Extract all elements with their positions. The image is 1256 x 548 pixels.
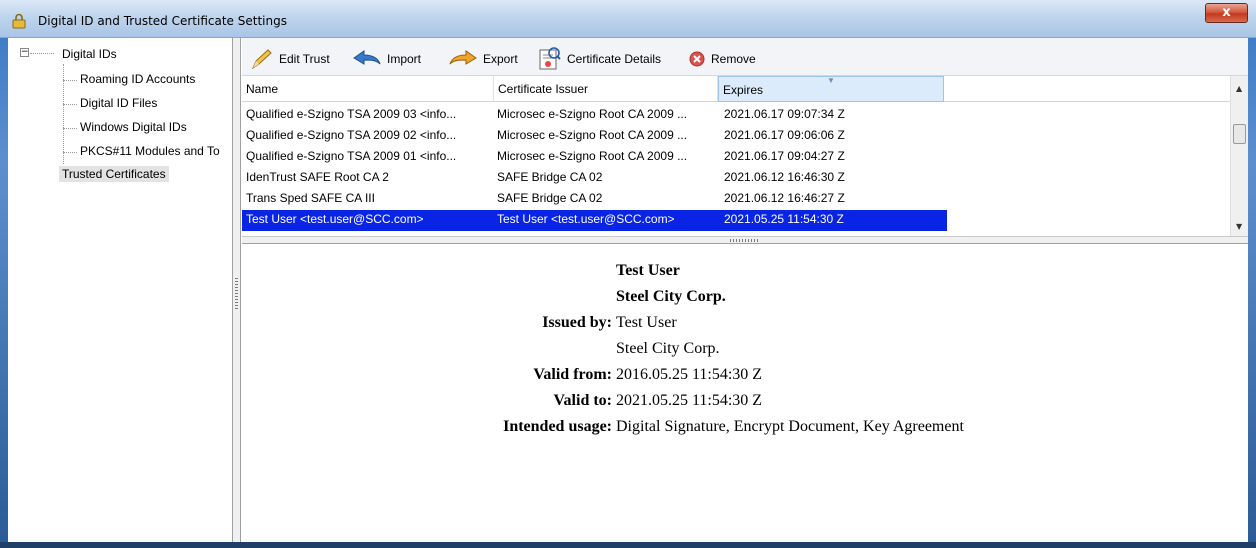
certificate-pane: Edit Trust Import Export Certificate Det…	[242, 38, 1248, 548]
cell-issuer: Microsec e-Szigno Root CA 2009 ...	[497, 128, 688, 142]
lock-icon	[12, 13, 26, 29]
cell-name: IdenTrust SAFE Root CA 2	[246, 170, 389, 184]
window-bottom-edge	[0, 542, 1256, 548]
edit-trust-button[interactable]: Edit Trust	[250, 48, 330, 70]
window-title: Digital ID and Trusted Certificate Setti…	[38, 14, 287, 28]
cell-issuer: Test User <test.user@SCC.com>	[497, 212, 675, 226]
remove-label: Remove	[711, 52, 756, 66]
remove-button[interactable]: Remove	[688, 48, 756, 70]
sort-descending-icon: ▼	[827, 76, 835, 85]
edit-trust-label: Edit Trust	[279, 52, 330, 66]
toolbar: Edit Trust Import Export Certificate Det…	[242, 38, 1248, 76]
pencil-icon	[251, 49, 272, 70]
certificate-details-label: Certificate Details	[567, 52, 662, 66]
cell-name: Qualified e-Szigno TSA 2009 02 <info...	[246, 128, 457, 142]
remove-icon	[689, 51, 705, 67]
cell-expires: 2021.06.12 16:46:27 Z	[724, 191, 845, 205]
cell-name: Trans Sped SAFE CA III	[246, 191, 375, 205]
cell-expires: 2021.06.17 09:04:27 Z	[724, 149, 845, 163]
cell-expires: 2021.06.12 16:46:30 Z	[724, 170, 845, 184]
column-header-issuer[interactable]: Certificate Issuer	[494, 76, 718, 102]
scroll-down-icon[interactable]: ▼	[1236, 222, 1242, 231]
table-row[interactable]: Qualified e-Szigno TSA 2009 02 <info... …	[242, 126, 947, 147]
splitter-grip[interactable]	[730, 239, 760, 242]
issued-by-name: Test User	[616, 314, 677, 331]
tree-connector	[63, 64, 64, 164]
cell-issuer: Microsec e-Szigno Root CA 2009 ...	[497, 107, 688, 121]
dialog-client-area: − Digital IDs Roaming ID Accounts Digita…	[8, 38, 1248, 548]
table-row-selected[interactable]: Test User <test.user@SCC.com> Test User …	[242, 210, 947, 231]
table-scrollbar[interactable]: ▲ ▼	[1230, 76, 1248, 236]
horizontal-splitter[interactable]	[242, 236, 1248, 244]
cell-name: Qualified e-Szigno TSA 2009 01 <info...	[246, 149, 457, 163]
column-header-expires-label: Expires	[723, 83, 764, 97]
cell-name: Qualified e-Szigno TSA 2009 03 <info...	[246, 107, 457, 121]
title-bar[interactable]: Digital ID and Trusted Certificate Setti…	[0, 0, 1256, 38]
valid-to-value: 2021.05.25 11:54:30 Z	[616, 392, 763, 409]
cell-expires: 2021.06.17 09:07:34 Z	[724, 107, 845, 121]
cell-expires: 2021.05.25 11:54:30 Z	[724, 212, 844, 226]
tree-item-roaming-id-accounts[interactable]: Roaming ID Accounts	[80, 72, 195, 86]
tree-connector	[63, 80, 77, 81]
issued-by-organization: Steel City Corp.	[616, 340, 720, 357]
certificate-icon	[539, 47, 561, 70]
table-header: Name Certificate Issuer ▼ Expires	[242, 76, 1230, 102]
valid-to-label: Valid to:	[553, 392, 612, 409]
tree-item-pkcs11-modules[interactable]: PKCS#11 Modules and To	[80, 144, 230, 158]
export-label: Export	[483, 52, 518, 66]
table-row[interactable]: Qualified e-Szigno TSA 2009 03 <info... …	[242, 105, 947, 126]
tree-item-digital-id-files[interactable]: Digital ID Files	[80, 96, 157, 110]
tree-connector	[63, 104, 77, 105]
certificate-details-panel: Test User Steel City Corp. Issued by: Te…	[242, 244, 1248, 548]
scrollbar-thumb[interactable]	[1233, 124, 1246, 144]
cell-issuer: SAFE Bridge CA 02	[497, 170, 603, 184]
cell-expires: 2021.06.17 09:06:06 Z	[724, 128, 845, 142]
dialog-window: Digital ID and Trusted Certificate Setti…	[0, 0, 1256, 548]
tree-connector	[63, 128, 77, 129]
certificate-table: Name Certificate Issuer ▼ Expires Qualif…	[242, 76, 1248, 236]
cell-name: Test User <test.user@SCC.com>	[246, 212, 424, 226]
close-button[interactable]: x	[1205, 3, 1248, 23]
scroll-up-icon[interactable]: ▲	[1236, 84, 1242, 93]
subject-name: Test User	[616, 262, 680, 279]
export-arrow-icon	[449, 50, 477, 65]
vertical-splitter[interactable]	[233, 38, 241, 548]
table-row[interactable]: Trans Sped SAFE CA III SAFE Bridge CA 02…	[242, 189, 947, 210]
issued-by-label: Issued by:	[542, 314, 612, 331]
intended-usage-label: Intended usage:	[503, 418, 612, 435]
intended-usage-value: Digital Signature, Encrypt Document, Key…	[616, 418, 964, 435]
cell-issuer: SAFE Bridge CA 02	[497, 191, 603, 205]
cell-issuer: Microsec e-Szigno Root CA 2009 ...	[497, 149, 688, 163]
import-arrow-icon	[353, 50, 381, 65]
subject-organization: Steel City Corp.	[616, 288, 726, 305]
splitter-grip[interactable]	[235, 278, 238, 310]
table-row[interactable]: Qualified e-Szigno TSA 2009 01 <info... …	[242, 147, 947, 168]
import-button[interactable]: Import	[352, 48, 421, 70]
navigation-tree: − Digital IDs Roaming ID Accounts Digita…	[8, 38, 233, 548]
tree-item-digital-ids[interactable]: Digital IDs	[62, 47, 117, 61]
tree-connector	[30, 53, 54, 54]
export-button[interactable]: Export	[448, 48, 518, 70]
collapse-toggle[interactable]: −	[20, 48, 29, 57]
valid-from-label: Valid from:	[533, 366, 612, 383]
tree-item-windows-digital-ids[interactable]: Windows Digital IDs	[80, 120, 187, 134]
tree-connector	[63, 152, 77, 153]
column-header-name[interactable]: Name	[242, 76, 494, 102]
valid-from-value: 2016.05.25 11:54:30 Z	[616, 366, 763, 383]
certificate-details-button[interactable]: Certificate Details	[536, 47, 662, 70]
column-header-expires[interactable]: ▼ Expires	[718, 76, 944, 102]
table-row[interactable]: IdenTrust SAFE Root CA 2 SAFE Bridge CA …	[242, 168, 947, 189]
tree-item-trusted-certificates[interactable]: Trusted Certificates	[59, 166, 169, 182]
import-label: Import	[387, 52, 422, 66]
